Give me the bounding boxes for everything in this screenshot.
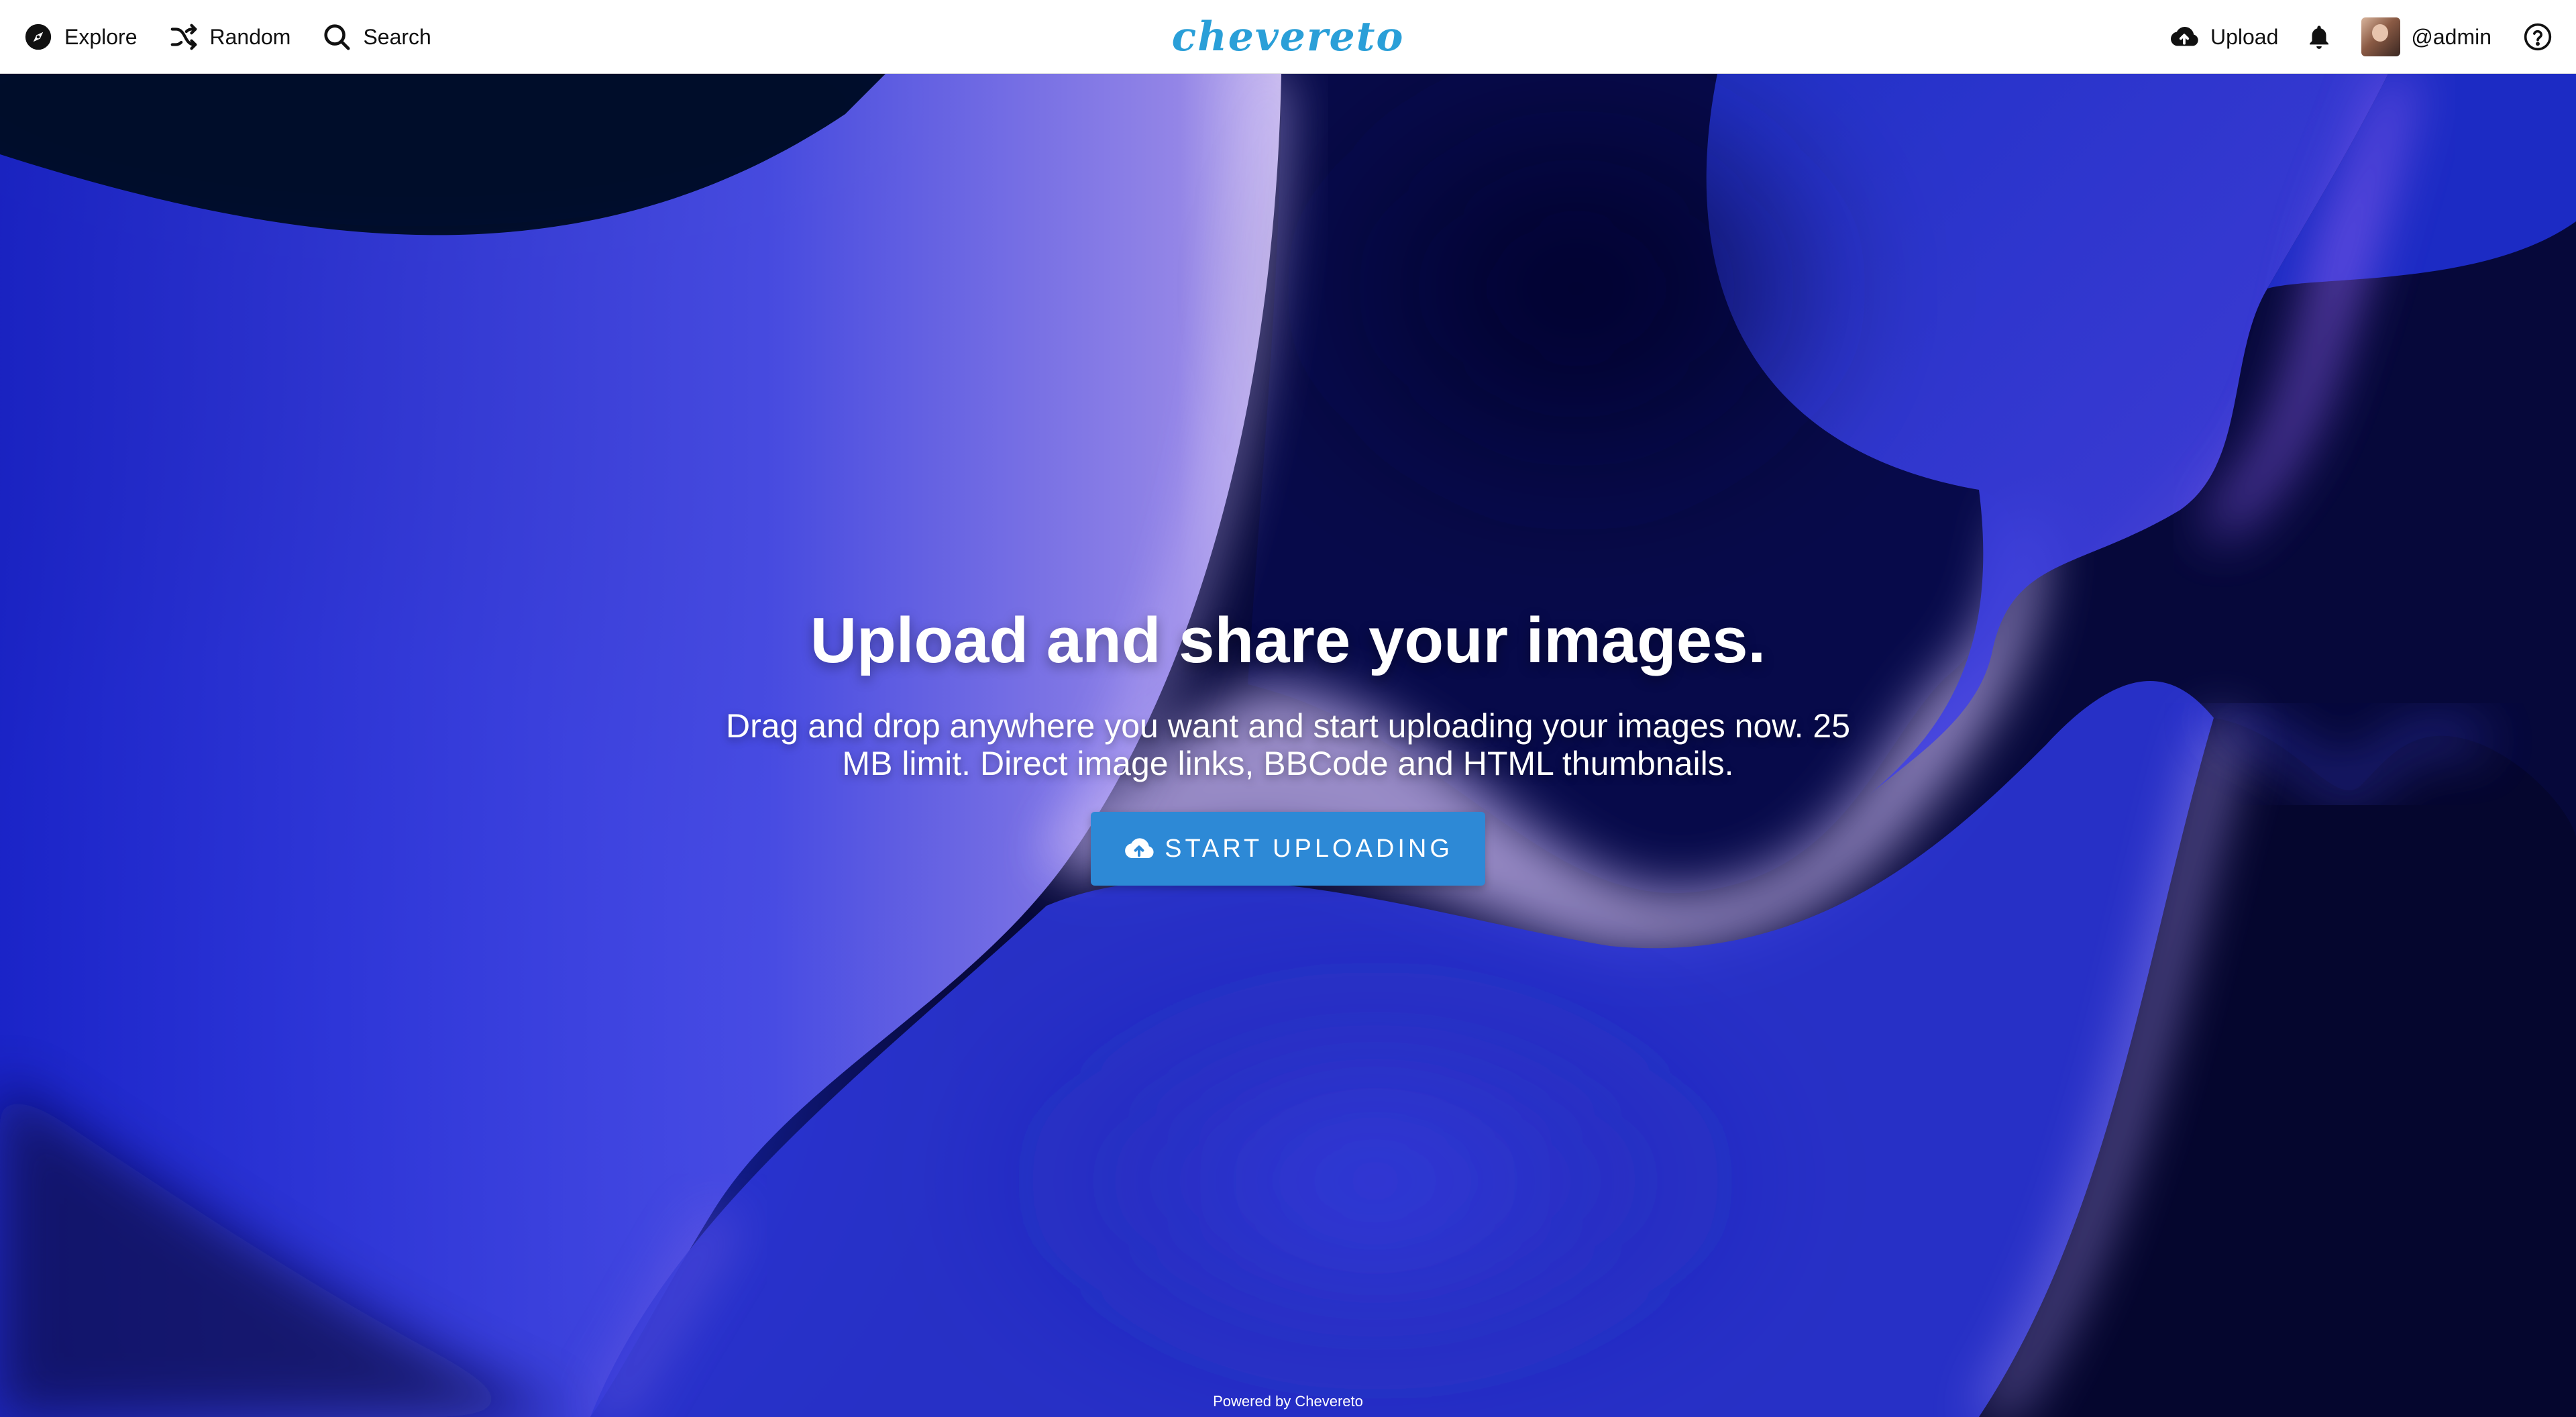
bell-icon[interactable] [2304, 21, 2334, 52]
top-bar: Explore Random Search chevereto Upload @… [0, 0, 2576, 74]
nav-right: Upload @admin [2142, 0, 2553, 74]
footer: Powered by Chevereto [0, 1393, 2576, 1410]
start-uploading-button[interactable]: START UPLOADING [1091, 812, 1485, 886]
compass-icon [23, 21, 54, 52]
search-icon [321, 21, 352, 52]
user-menu[interactable]: @admin [2361, 17, 2491, 56]
nav-explore-label: Explore [64, 24, 138, 49]
hero-headline: Upload and share your images. [810, 605, 1766, 676]
hero-subline: Drag and drop anywhere you want and star… [725, 707, 1851, 782]
start-uploading-label: START UPLOADING [1165, 834, 1453, 863]
chevereto-logo[interactable]: chevereto [1172, 8, 1403, 66]
nav-random[interactable]: Random [168, 21, 291, 52]
powered-by-link[interactable]: Powered by Chevereto [1213, 1393, 1363, 1410]
cloud-upload-icon [2169, 21, 2200, 52]
hero-section: Upload and share your images. Drag and d… [0, 74, 2576, 1417]
shuffle-icon [168, 21, 199, 52]
avatar [2361, 17, 2401, 56]
cloud-upload-icon [1123, 833, 1155, 865]
nav-left: Explore Random Search [23, 0, 462, 74]
upload-link[interactable]: Upload [2169, 21, 2278, 52]
upload-label: Upload [2210, 24, 2279, 49]
hero-content: Upload and share your images. Drag and d… [0, 604, 2576, 886]
help-circle-icon[interactable] [2522, 21, 2553, 52]
nav-search[interactable]: Search [321, 21, 431, 52]
nav-search-label: Search [363, 24, 431, 49]
nav-explore[interactable]: Explore [23, 21, 138, 52]
username-label: @admin [2411, 24, 2491, 49]
nav-random-label: Random [209, 24, 291, 49]
